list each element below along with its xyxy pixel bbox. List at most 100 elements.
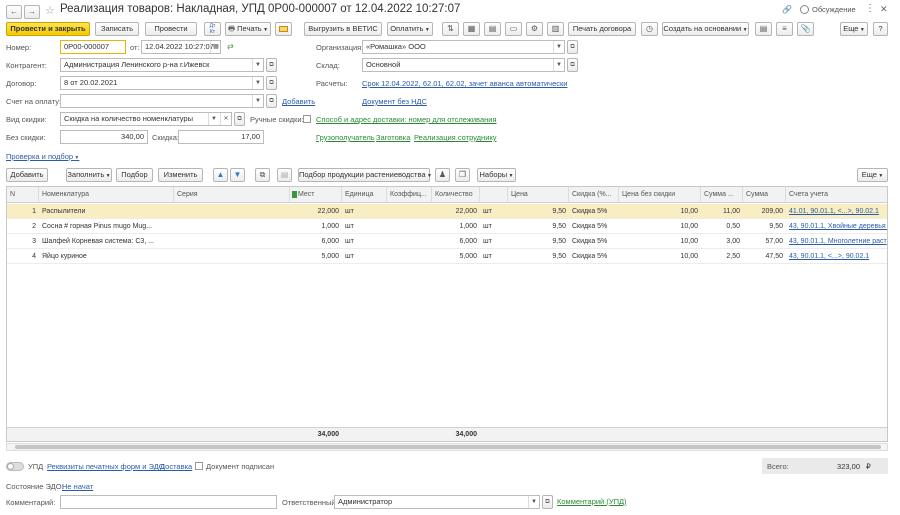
delivery-link[interactable]: Доставка [160,462,192,472]
print-button[interactable]: 🖶 Печать ▼ [225,22,271,36]
counterparty-field[interactable]: Администрация Ленинского р-на г.Ижевск ▼ [60,58,264,72]
open-responsible-icon[interactable]: ⧉ [542,495,553,509]
date-field[interactable]: 12.04.2022 10:27:07 ▦ [141,40,221,54]
table-row[interactable]: 4 Яйцо куриное 5,000 шт 5,000 шт 9,50 Скидка 5%… [7,249,887,264]
col-header-unit[interactable]: Единица [342,187,387,203]
create-based-button[interactable]: Создать на основании ▼ [662,22,749,36]
add-invoice-link[interactable]: Добавить [282,97,315,107]
open-discount-type-icon[interactable]: ⧉ [234,112,245,126]
more-icon[interactable]: ⋮ [865,3,875,14]
settings-icon[interactable]: ⚙ [526,22,543,36]
help-button[interactable]: ? [873,22,888,36]
comment-field[interactable] [60,495,277,509]
col-header-qty-unit[interactable] [480,187,508,203]
structure-icon[interactable]: ⇅ [442,22,459,36]
contract-field[interactable]: 8 от 20.02.2021 ▼ [60,76,264,90]
copy-icon[interactable]: ⧉ [255,168,270,182]
post-and-close-button[interactable]: Провести и закрыть [6,22,90,36]
org-field[interactable]: «Ромашка» ООО ▼ [362,40,565,54]
email-icon[interactable] [275,22,292,36]
row-accounts[interactable]: 41.01, 90.01.1, <...>, 90.02.1 [786,204,887,219]
sets-button[interactable]: Наборы ▼ [477,168,516,182]
post-button[interactable]: Провести [145,22,197,36]
card-icon[interactable]: ▭ [505,22,522,36]
chevron-down-icon[interactable]: ▼ [553,41,564,53]
calendar-icon[interactable]: ▦ [210,41,220,53]
delivery-address-link[interactable]: Способ и адрес доставки: номер для отсле… [316,115,497,125]
col-header-discount[interactable]: Скидка (%... [569,187,619,203]
col-header-price[interactable]: Цена [508,187,569,203]
group-icon[interactable]: ♟ [435,168,450,182]
col-header-sum[interactable]: Сумма [743,187,786,203]
goods-table[interactable]: N Номенклатура Серия Мест Единица Коэффи… [6,186,888,442]
number-settings-icon[interactable]: ⇄ [227,42,234,51]
pick-button[interactable]: Подбор [116,168,153,182]
dt-kt-icon[interactable]: Дт Кт [204,22,221,36]
upload-vetis-button[interactable]: Выгрузить в ВЕТИС [304,22,382,36]
table-row[interactable]: 1 Распылители 22,000 шт 22,000 шт 9,50 Скидка 5… [7,204,887,219]
settlements-link[interactable]: Срок 12.04.2022, 62.01, 62.02, зачет ава… [362,79,567,89]
fill-button[interactable]: Заполнить ▼ [66,168,112,182]
more-button[interactable]: Еще ▼ [840,22,868,36]
row-accounts[interactable]: 43, 90.01.1, Многолетние раст [786,234,887,249]
window-icon[interactable]: ❐ [455,168,470,182]
table-row[interactable]: 2 Сосна # горная Pinus mugo Mug... 1,000 шт… [7,219,887,234]
number-field[interactable]: 0Р00-000007 [60,40,126,54]
invoice-field[interactable]: ▼ [60,94,264,108]
col-header-nomenclature[interactable]: Номенклатура [39,187,174,203]
list-icon[interactable]: ≡ [776,22,793,36]
save-button[interactable]: Записать [95,22,139,36]
chevron-down-icon[interactable]: ▼ [528,496,539,508]
add-row-button[interactable]: Добавить [6,168,48,182]
discussion-icon[interactable] [800,5,809,14]
employee-sale-link[interactable]: Реализация сотруднику [414,133,497,143]
print-details-link[interactable]: Реквизиты печатных форм и ЭДО [47,462,165,472]
chevron-down-icon[interactable]: ▼ [208,113,219,125]
table-icon[interactable]: ▦ [463,22,480,36]
shipper-link[interactable]: Грузополучатель [316,133,375,143]
col-header-price-no-discount[interactable]: Цена без скидки [619,187,701,203]
open-warehouse-icon[interactable]: ⧉ [567,58,578,72]
open-org-icon[interactable]: ⧉ [567,40,578,54]
col-header-places[interactable]: Мест [290,187,342,203]
upd-toggle[interactable] [6,462,24,471]
col-header-qty[interactable]: Количество [432,187,480,203]
discussion-label[interactable]: Обсуждение [812,5,856,14]
clock-icon[interactable]: ◷ [641,22,658,36]
check-and-select-link[interactable]: Проверка и подбор ▼ [6,152,79,163]
chevron-down-icon[interactable]: ▼ [553,59,564,71]
document-icon[interactable]: ▤ [484,22,501,36]
responsible-field[interactable]: Администратор ▼ [334,495,540,509]
plant-products-button[interactable]: Подбор продукции растениеводства ▼ [298,168,432,182]
change-button[interactable]: Изменить [158,168,203,182]
discount-type-field[interactable]: Скидка на количество номенклатуры ▼ ✕ [60,112,232,126]
calculator-icon[interactable]: ▤ [755,22,772,36]
warehouse-field[interactable]: Основной ▼ [362,58,565,72]
table-more-button[interactable]: Еще ▼ [857,168,888,182]
clear-icon[interactable]: ✕ [220,113,231,125]
scrollbar-thumb[interactable] [15,445,881,449]
open-invoice-icon[interactable]: ⧉ [266,94,277,108]
move-down-icon[interactable]: ▼ [230,168,245,182]
document-signed-checkbox[interactable] [195,462,203,470]
edo-state-link[interactable]: Не начат [62,482,93,492]
favorite-star-icon[interactable]: ☆ [45,4,55,17]
close-icon[interactable]: ✕ [880,4,888,15]
horizontal-scrollbar[interactable] [6,443,888,451]
vat-document-link[interactable]: Документ без НДС [362,97,427,107]
back-button[interactable]: ← [6,5,22,19]
link-icon[interactable]: 🔗 [782,5,792,14]
row-accounts[interactable]: 43, 90.01.1, <...>, 90.02.1 [786,249,887,264]
col-header-accounts[interactable]: Счета учета [786,187,887,203]
open-contract-icon[interactable]: ⧉ [266,76,277,90]
forward-button[interactable]: → [24,5,40,19]
chevron-down-icon[interactable]: ▼ [252,77,263,89]
report-icon[interactable]: ▥ [547,22,564,36]
manual-discounts-checkbox[interactable] [303,115,311,123]
col-header-coef[interactable]: Коэффиц... [387,187,432,203]
table-row[interactable]: 3 Шалфей Корневая система: С3, ... 6,000 шт… [7,234,887,249]
chevron-down-icon[interactable]: ▼ [252,95,263,107]
blank-link[interactable]: Заготовка [376,133,410,143]
paste-icon[interactable]: ▤ [277,168,292,182]
comment-upd-link[interactable]: Комментарий (УПД) [557,497,627,507]
